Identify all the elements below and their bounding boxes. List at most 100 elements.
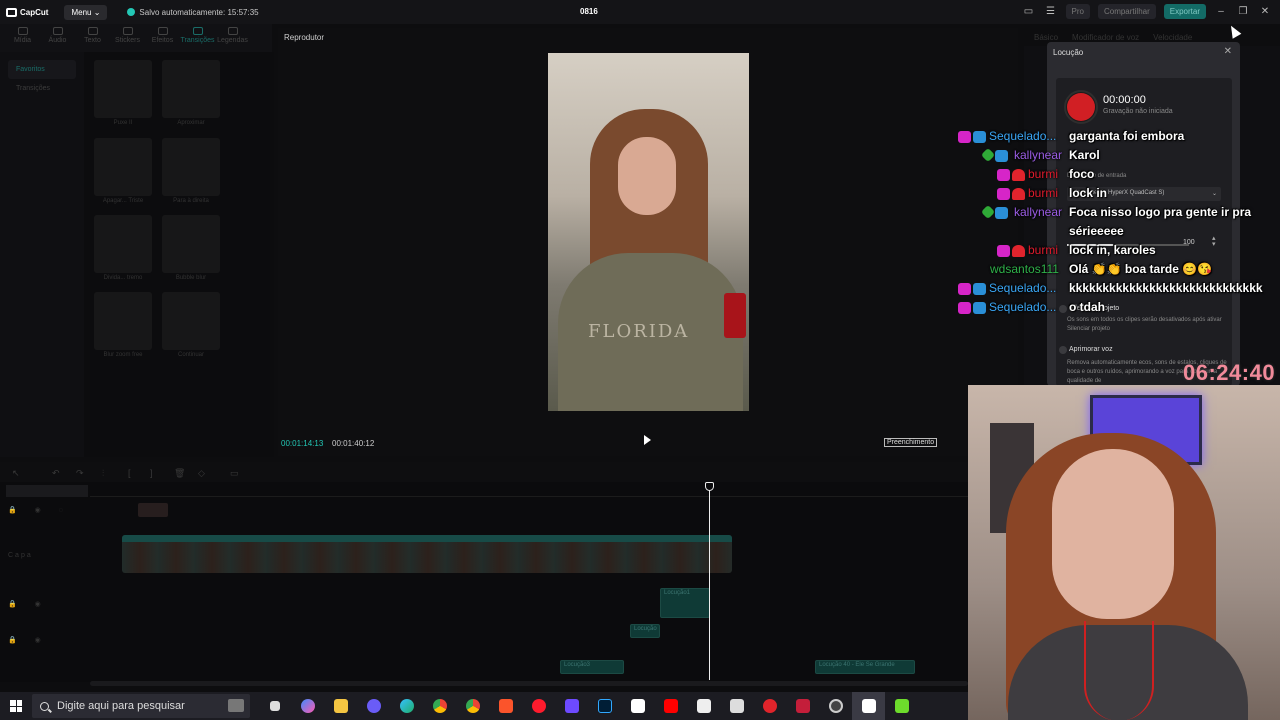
timeline-scrollbar[interactable]	[90, 681, 968, 686]
layout-icon[interactable]: ▭	[1022, 6, 1036, 17]
transition-thumb[interactable]	[162, 138, 220, 196]
tool-audio[interactable]: Áudio	[41, 24, 74, 52]
play-icon[interactable]	[644, 435, 651, 445]
chat-username[interactable]: burmi	[1028, 167, 1058, 181]
close-icon[interactable]: ✕	[1224, 46, 1232, 57]
chat-username[interactable]: kallynear	[1014, 205, 1062, 219]
recorder-icon[interactable]	[753, 692, 786, 720]
project-title[interactable]: 0816	[580, 7, 598, 16]
opera-icon[interactable]	[522, 692, 555, 720]
photoshop-icon[interactable]	[588, 692, 621, 720]
chrome-icon[interactable]	[423, 692, 456, 720]
split-left-icon[interactable]: [	[128, 468, 131, 478]
edge-icon[interactable]	[390, 692, 423, 720]
split-right-icon[interactable]: ]	[150, 468, 153, 478]
task-view-icon[interactable]	[258, 692, 291, 720]
playhead-handle[interactable]	[705, 482, 714, 491]
proton-vpn-icon[interactable]	[555, 692, 588, 720]
transition-thumb[interactable]	[162, 60, 220, 118]
record-time: 00:00:00	[1103, 94, 1146, 106]
store-icon[interactable]	[687, 692, 720, 720]
chrome-profile-icon[interactable]	[456, 692, 489, 720]
cortana-icon[interactable]	[357, 692, 390, 720]
track-controls[interactable]: 🔒 ◉	[8, 600, 49, 608]
delete-icon[interactable]: 🗑	[174, 468, 185, 479]
tool-legendas[interactable]: Legendas	[216, 24, 249, 52]
youtube-icon[interactable]	[654, 692, 687, 720]
track-controls[interactable]: 🔒 ◉	[8, 636, 49, 644]
player-panel: Reprodutor FLORIDA 00:01:14:13 00:01:40:…	[278, 28, 1018, 456]
chat-username[interactable]: Sequelado...	[989, 129, 1056, 143]
tv-badge-icon	[995, 150, 1008, 162]
tool-efeitos[interactable]: Efeitos	[146, 24, 179, 52]
tool-label: Áudio	[48, 37, 67, 44]
video-preview[interactable]: FLORIDA	[548, 53, 749, 411]
chat-text: sérieeeee	[1069, 224, 1124, 238]
tool-midia[interactable]: Mídia	[6, 24, 39, 52]
overlay-clip[interactable]	[138, 503, 168, 517]
winamp-icon[interactable]	[885, 692, 918, 720]
obs-icon[interactable]	[819, 692, 852, 720]
audio-clip[interactable]: Locução	[630, 624, 660, 638]
file-explorer-icon[interactable]	[324, 692, 357, 720]
fill-mode-button[interactable]: Preenchimento	[884, 438, 938, 447]
enhance-checkbox[interactable]	[1059, 346, 1067, 354]
copilot-icon[interactable]	[291, 692, 324, 720]
chat-username[interactable]: Sequelado...	[989, 300, 1056, 314]
settings-sliders-icon[interactable]: ☰	[1044, 6, 1058, 17]
transition-thumb[interactable]	[94, 292, 152, 350]
shield-icon[interactable]: ◇	[198, 468, 205, 479]
brave-icon[interactable]	[489, 692, 522, 720]
minimize-icon[interactable]: –	[1214, 6, 1228, 17]
audio-clip[interactable]: Locução 40 - Ele Se Grande	[815, 660, 915, 674]
audio-clip[interactable]: Locução1	[660, 588, 710, 618]
capcut-active-icon[interactable]	[852, 692, 885, 720]
select-tool-icon[interactable]: ↖	[12, 468, 20, 479]
crop-icon[interactable]: ▭	[230, 468, 239, 479]
transition-thumb[interactable]	[94, 138, 152, 196]
sidebar-item-transicoes[interactable]: Transições	[8, 79, 76, 98]
redo-icon[interactable]: ↷	[76, 468, 84, 479]
tool-texto[interactable]: Texto	[76, 24, 109, 52]
split-icon[interactable]: ⫶	[102, 468, 104, 479]
transition-thumb[interactable]	[162, 292, 220, 350]
menu-button[interactable]: Menu ⌄	[64, 4, 108, 20]
chat-username[interactable]: wdsantos111	[990, 262, 1059, 276]
chat-text: kkkkkkkkkkkkkkkkkkkkkkkkkkkkk	[1069, 281, 1263, 295]
transition-label: Para à direita	[173, 198, 209, 204]
notion-icon[interactable]	[720, 692, 753, 720]
playhead[interactable]	[709, 484, 710, 680]
windows-start-icon[interactable]	[10, 700, 22, 712]
chat-text: garganta foi embora	[1069, 129, 1185, 143]
undo-icon[interactable]: ↶	[52, 468, 60, 479]
sidebar-item-favoritos[interactable]: Favoritos	[8, 60, 76, 79]
chat-username[interactable]: burmi	[1028, 243, 1058, 257]
streamer-app-icon[interactable]	[786, 692, 819, 720]
track-controls[interactable]: 🔒 ◉ ◌	[8, 506, 71, 514]
app-name: CapCut	[20, 7, 49, 17]
export-button[interactable]: Exportar	[1163, 4, 1206, 19]
transition-thumb[interactable]	[162, 215, 220, 273]
chat-username[interactable]: Sequelado...	[989, 281, 1056, 295]
cover-label[interactable]: Capa	[8, 552, 33, 559]
chat-username[interactable]: kallynear	[1014, 148, 1062, 162]
chat-username[interactable]: burmi	[1028, 186, 1058, 200]
pro-button[interactable]: Pro	[1065, 4, 1090, 19]
chat-badges	[997, 188, 1025, 200]
capcut-icon[interactable]	[621, 692, 654, 720]
webcam-person-face	[1052, 449, 1174, 619]
chat-badges	[980, 147, 1008, 163]
restore-icon[interactable]: ❐	[1236, 6, 1250, 17]
transition-thumb[interactable]	[94, 215, 152, 273]
tool-stickers[interactable]: Stickers	[111, 24, 144, 52]
transition-thumb[interactable]	[94, 60, 152, 118]
timeline-ruler[interactable]	[90, 485, 968, 497]
transition-label: Bubble blur	[175, 275, 207, 281]
record-button[interactable]	[1067, 93, 1095, 121]
audio-clip[interactable]: Locução3	[560, 660, 624, 674]
tool-transicoes[interactable]: Transições	[181, 24, 215, 52]
taskbar-search[interactable]: Digite aqui para pesquisar	[32, 694, 250, 718]
share-button[interactable]: Compartilhar	[1097, 4, 1156, 19]
close-icon[interactable]: ✕	[1258, 6, 1272, 17]
search-placeholder: Digite aqui para pesquisar	[57, 700, 185, 712]
